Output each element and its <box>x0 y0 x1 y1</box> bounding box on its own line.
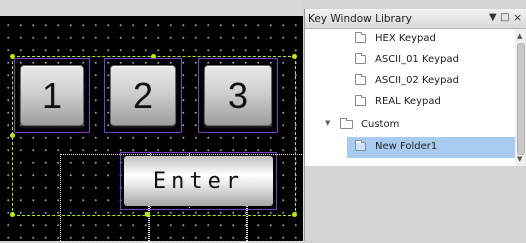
selection-handle[interactable] <box>10 133 15 138</box>
folder-icon <box>355 74 366 85</box>
keypad-key-1[interactable]: 1 <box>14 58 90 133</box>
screen-design-canvas[interactable]: 1 2 3 Enter <box>0 0 304 243</box>
folder-icon <box>355 140 366 151</box>
tree-item-label: Custom <box>361 119 400 130</box>
scroll-down-icon[interactable]: ▼ <box>517 155 522 163</box>
key-window-library-panel: Key Window Library ▼ □ × HEX Keypad ASCI… <box>304 9 526 241</box>
tree-item-label: REAL Keypad <box>375 96 441 107</box>
keypad-key-2[interactable]: 2 <box>104 58 182 133</box>
tree-item-new-folder1[interactable]: New Folder1 <box>305 137 515 158</box>
canvas-grid[interactable]: 1 2 3 Enter <box>0 16 304 243</box>
tree-item-hex-keypad[interactable]: HEX Keypad <box>305 29 515 50</box>
enter-label: Enter <box>124 156 273 206</box>
tree-item-custom[interactable]: ▼ Custom <box>305 115 515 136</box>
selection-handle[interactable] <box>292 54 297 59</box>
scrollbar-thumb[interactable] <box>517 43 525 155</box>
dropdown-icon[interactable]: ▼ <box>489 12 497 23</box>
folder-icon <box>355 53 366 64</box>
tree-item-ascii01-keypad[interactable]: ASCII_01 Keypad <box>305 50 515 71</box>
key-label: 3 <box>204 65 272 126</box>
folder-icon <box>355 32 366 43</box>
key-label: 2 <box>110 65 176 126</box>
scroll-up-icon[interactable]: ▲ <box>517 32 522 40</box>
library-tree: HEX Keypad ASCII_01 Keypad ASCII_02 Keyp… <box>305 29 515 166</box>
tree-item-label: HEX Keypad <box>375 33 436 44</box>
expand-arrow-icon[interactable]: ▼ <box>325 119 330 127</box>
tree-scrollbar[interactable]: ▲ ▼ <box>515 29 526 166</box>
keypad-key-enter[interactable]: Enter <box>120 152 277 210</box>
panel-title-bar[interactable]: Key Window Library ▼ □ × <box>305 9 526 29</box>
tree-item-label: ASCII_01 Keypad <box>375 54 459 65</box>
keypad-key-3[interactable]: 3 <box>198 58 278 133</box>
folder-icon <box>340 118 353 129</box>
folder-icon <box>355 95 366 106</box>
key-label: 1 <box>20 65 84 126</box>
tree-item-label: ASCII_02 Keypad <box>375 75 459 86</box>
selection-handle[interactable] <box>10 212 15 217</box>
restore-icon[interactable]: □ <box>500 12 509 23</box>
close-icon[interactable]: × <box>513 11 522 24</box>
tree-item-label: New Folder1 <box>375 141 438 152</box>
tree-item-real-keypad[interactable]: REAL Keypad <box>305 92 515 113</box>
selection-handle[interactable] <box>145 212 150 217</box>
tree-item-ascii02-keypad[interactable]: ASCII_02 Keypad <box>305 71 515 92</box>
selection-handle[interactable] <box>292 212 297 217</box>
panel-title: Key Window Library <box>308 13 412 25</box>
